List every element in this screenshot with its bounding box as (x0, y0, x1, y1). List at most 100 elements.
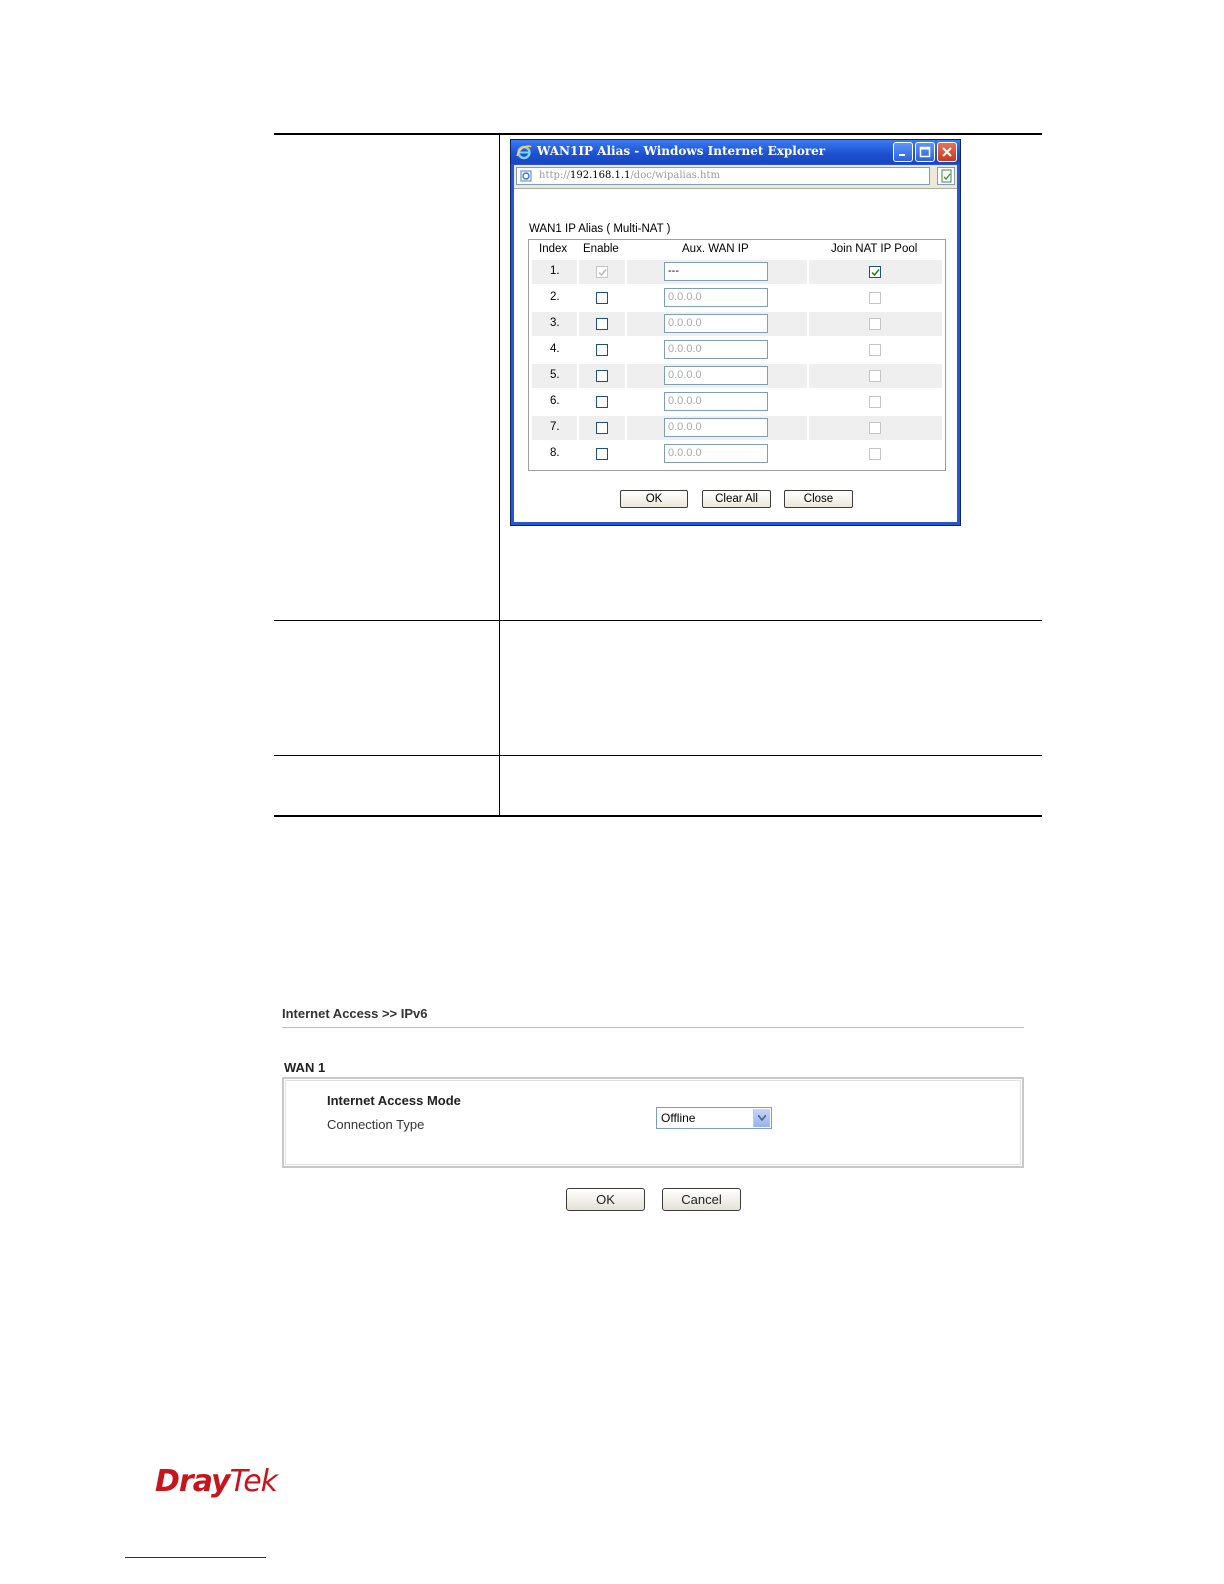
row-index: 8. (550, 447, 560, 459)
document-icon (941, 169, 952, 183)
browser-popup-window: WAN1IP Alias - Windows Internet Explorer… (510, 139, 961, 526)
url-prefix: http:// (539, 170, 570, 181)
draytek-logo: DrayTek (155, 1464, 278, 1499)
table-bottom-border (274, 815, 1042, 817)
aux-wan-ip-input[interactable]: 0.0.0.0 (664, 444, 768, 463)
maximize-icon (919, 146, 931, 158)
address-bar: http://192.168.1.1/doc/wipalias.htm (514, 165, 957, 189)
row-index: 3. (550, 317, 560, 329)
checkmark-icon (871, 269, 880, 277)
table-column-divider (499, 135, 500, 816)
aux-wan-ip-input[interactable]: 0.0.0.0 (664, 314, 768, 333)
page-status-button[interactable] (937, 167, 955, 185)
row-index: 5. (550, 369, 560, 381)
ok-button[interactable]: OK (620, 490, 688, 508)
cell-separator (577, 442, 579, 466)
cell-separator (625, 312, 627, 336)
cell-separator (625, 286, 627, 310)
chevron-down-icon (758, 1115, 766, 1121)
connection-type-label: Connection Type (327, 1117, 425, 1132)
close-button[interactable]: Close (784, 490, 853, 508)
enable-checkbox[interactable] (596, 396, 608, 408)
aux-wan-ip-input[interactable]: --- (664, 262, 768, 281)
url-path: /doc/wipalias.htm (630, 170, 720, 181)
ok-button[interactable]: OK (566, 1188, 645, 1211)
internet-access-mode-heading: Internet Access Mode (327, 1093, 461, 1108)
wan-settings-panel: Internet Access Mode Connection Type Off… (282, 1077, 1024, 1168)
aux-wan-ip-input[interactable]: 0.0.0.0 (664, 366, 768, 385)
cell-separator (577, 416, 579, 440)
aux-wan-ip-input[interactable]: 0.0.0.0 (664, 418, 768, 437)
aux-wan-ip-input[interactable]: 0.0.0.0 (664, 288, 768, 307)
cell-separator (807, 416, 809, 440)
join-nat-pool-checkbox (869, 396, 881, 408)
join-nat-pool-checkbox (869, 422, 881, 434)
table-row: 4. 0.0.0.0 (532, 338, 942, 362)
breadcrumb-divider (282, 1027, 1024, 1028)
window-titlebar[interactable]: WAN1IP Alias - Windows Internet Explorer (511, 140, 960, 164)
window-title: WAN1IP Alias - Windows Internet Explorer (537, 144, 826, 158)
column-header-aux-wan-ip: Aux. WAN IP (682, 243, 749, 255)
cell-separator (625, 364, 627, 388)
cell-separator (625, 260, 627, 284)
cancel-button[interactable]: Cancel (662, 1188, 741, 1211)
cell-separator (577, 286, 579, 310)
dropdown-arrow[interactable] (753, 1109, 770, 1127)
page-icon (520, 170, 532, 182)
alias-table: Index Enable Aux. WAN IP Join NAT IP Poo… (528, 239, 946, 471)
section-title: WAN1 IP Alias ( Multi-NAT ) (529, 223, 671, 235)
logo-part-2: Tek (229, 1464, 278, 1499)
close-window-button[interactable] (937, 142, 957, 162)
connection-type-select[interactable]: Offline (656, 1107, 772, 1129)
join-nat-pool-checkbox (869, 448, 881, 460)
connection-type-value: Offline (661, 1111, 696, 1125)
cell-separator (807, 338, 809, 362)
enable-checkbox[interactable] (596, 318, 608, 330)
cell-separator (577, 312, 579, 336)
table-row: 5. 0.0.0.0 (532, 364, 942, 388)
checkmark-icon (598, 269, 607, 277)
cell-separator (577, 390, 579, 414)
cell-separator (807, 312, 809, 336)
cell-separator (807, 364, 809, 388)
clear-all-button[interactable]: Clear All (702, 490, 771, 508)
cell-separator (807, 286, 809, 310)
cell-separator (577, 260, 579, 284)
enable-checkbox[interactable] (596, 422, 608, 434)
maximize-button[interactable] (915, 142, 935, 162)
cell-separator (625, 442, 627, 466)
enable-checkbox[interactable] (596, 292, 608, 304)
enable-checkbox[interactable] (596, 448, 608, 460)
table-row: 6. 0.0.0.0 (532, 390, 942, 414)
table-row-divider (274, 755, 1042, 756)
footer-rule (125, 1557, 266, 1558)
row-index: 4. (550, 343, 560, 355)
row-index: 1. (550, 265, 560, 277)
join-nat-pool-checkbox[interactable] (869, 266, 881, 278)
address-field[interactable]: http://192.168.1.1/doc/wipalias.htm (516, 167, 930, 185)
wan-heading: WAN 1 (284, 1060, 326, 1075)
cell-separator (807, 390, 809, 414)
enable-checkbox[interactable] (596, 344, 608, 356)
close-icon (942, 147, 952, 157)
address-url: http://192.168.1.1/doc/wipalias.htm (539, 170, 720, 181)
enable-checkbox[interactable] (596, 370, 608, 382)
breadcrumb: Internet Access >> IPv6 (282, 1006, 428, 1021)
row-index: 7. (550, 421, 560, 433)
popup-content: WAN1 IP Alias ( Multi-NAT ) Index Enable… (514, 189, 957, 522)
table-row-divider (274, 620, 1042, 621)
url-host: 192.168.1.1 (570, 170, 631, 181)
internet-explorer-icon (516, 145, 532, 160)
join-nat-pool-checkbox (869, 318, 881, 330)
row-index: 6. (550, 395, 560, 407)
table-top-border (274, 133, 1042, 135)
cell-separator (577, 364, 579, 388)
minimize-button[interactable] (893, 142, 913, 162)
column-header-join-nat-ip-pool: Join NAT IP Pool (831, 243, 918, 255)
join-nat-pool-checkbox (869, 344, 881, 356)
aux-wan-ip-input[interactable]: 0.0.0.0 (664, 340, 768, 359)
join-nat-pool-checkbox (869, 370, 881, 382)
table-row: 8. 0.0.0.0 (532, 442, 942, 466)
aux-wan-ip-input[interactable]: 0.0.0.0 (664, 392, 768, 411)
column-header-index: Index (539, 243, 568, 255)
